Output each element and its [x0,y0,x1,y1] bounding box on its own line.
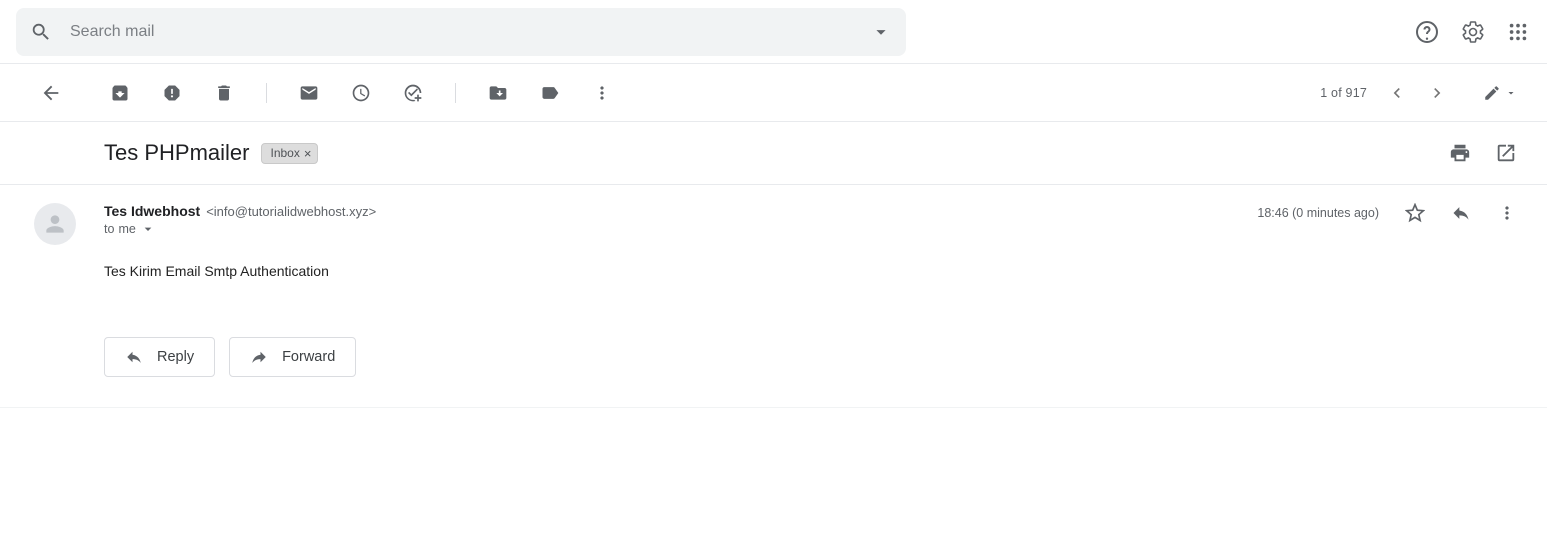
prev-page-icon[interactable] [1387,83,1407,103]
search-box[interactable] [16,8,906,56]
move-to-icon[interactable] [488,83,508,103]
support-icon[interactable] [1415,20,1439,44]
delete-icon[interactable] [214,83,234,103]
header-actions [1415,20,1547,44]
toolbar-separator [266,83,267,103]
toolbar: 1 of 917 [0,64,1547,122]
reply-button-label: Reply [157,349,194,365]
star-icon[interactable] [1405,203,1425,223]
to-target: me [118,222,135,236]
reply-icon[interactable] [1451,203,1471,223]
search-icon[interactable] [30,21,52,43]
search-input[interactable] [70,23,870,41]
search-options-dropdown-icon[interactable] [870,21,892,43]
paginator: 1 of 917 [1320,83,1517,103]
reply-icon [125,348,143,366]
apps-grid-icon[interactable] [1507,21,1529,43]
reply-button[interactable]: Reply [104,337,215,377]
sender-avatar[interactable] [34,203,76,245]
open-new-window-icon[interactable] [1495,142,1517,164]
top-bar [0,0,1547,64]
back-icon[interactable] [40,82,62,104]
more-vert-icon[interactable] [592,83,612,103]
forward-button-label: Forward [282,349,335,365]
show-details-dropdown-icon[interactable] [140,221,156,237]
sender-address: <info@tutorialidwebhost.xyz> [206,204,376,219]
subject-row: Tes PHPmailer Inbox × [0,122,1547,185]
next-page-icon[interactable] [1427,83,1447,103]
settings-icon[interactable] [1461,20,1485,44]
forward-button[interactable]: Forward [229,337,356,377]
archive-icon[interactable] [110,83,130,103]
snooze-icon[interactable] [351,83,371,103]
report-spam-icon[interactable] [162,83,182,103]
mark-unread-icon[interactable] [299,83,319,103]
forward-icon [250,348,268,366]
message-container: Tes Idwebhost <info@tutorialidwebhost.xy… [0,185,1547,408]
to-prefix: to [104,222,114,236]
recipient-summary[interactable]: to me [104,221,1257,237]
toolbar-separator [455,83,456,103]
label-chip-remove-icon[interactable]: × [304,146,312,161]
message-body: Tes Kirim Email Smtp Authentication [104,263,1517,279]
subject-text: Tes PHPmailer [104,140,249,166]
message-timestamp: 18:46 (0 minutes ago) [1257,206,1379,220]
label-chip-text: Inbox [270,146,299,160]
label-chip-inbox[interactable]: Inbox × [261,143,318,164]
input-tools-button[interactable] [1483,84,1517,102]
page-counter: 1 of 917 [1320,86,1367,100]
message-more-icon[interactable] [1497,203,1517,223]
sender-name: Tes Idwebhost [104,203,200,219]
print-icon[interactable] [1449,142,1471,164]
labels-icon[interactable] [540,83,560,103]
add-to-tasks-icon[interactable] [403,83,423,103]
